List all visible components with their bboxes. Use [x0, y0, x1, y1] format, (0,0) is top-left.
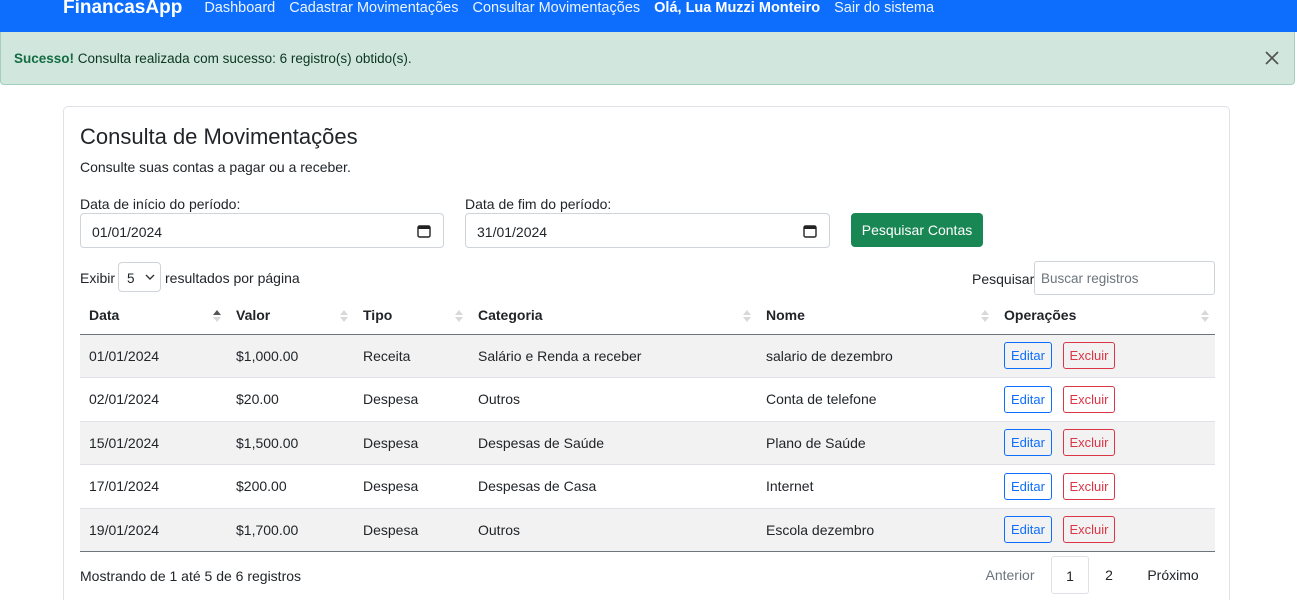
- sort-icon: [455, 310, 463, 322]
- table-row: 02/01/2024 $20.00 Despesa Outros Conta d…: [80, 377, 1215, 422]
- page-size-value: 5: [127, 271, 135, 286]
- end-date-label: Data de fim do período:: [465, 196, 612, 212]
- table-header-row: Data Valor Tipo Categoria Nome Operações: [80, 297, 1215, 335]
- edit-button[interactable]: Editar: [1004, 472, 1052, 500]
- cell-tipo: Despesa: [354, 508, 469, 552]
- edit-button[interactable]: Editar: [1004, 342, 1052, 370]
- cell-data: 01/01/2024: [80, 334, 227, 378]
- chevron-down-icon: [145, 274, 155, 280]
- navbar: FinancasApp Dashboard Cadastrar Moviment…: [0, 0, 1297, 32]
- nav-user-greeting: Olá, Lua Muzzi Monteiro: [654, 0, 821, 16]
- cell-operacoes: Editar Excluir: [995, 421, 1215, 465]
- cell-tipo: Receita: [354, 334, 469, 378]
- consulta-card: Consulta de Movimentações Consulte suas …: [63, 106, 1230, 600]
- page-title: Consulta de Movimentações: [80, 124, 358, 149]
- table-row: 01/01/2024 $1,000.00 Receita Salário e R…: [80, 334, 1215, 378]
- cell-operacoes: Editar Excluir: [995, 464, 1215, 509]
- delete-button[interactable]: Excluir: [1063, 429, 1115, 457]
- search-label: Pesquisar: [972, 271, 1035, 287]
- sort-asc-icon: [213, 310, 221, 322]
- end-date-input[interactable]: 31/01/2024: [465, 213, 830, 248]
- header-valor[interactable]: Valor: [227, 297, 354, 335]
- delete-button[interactable]: Excluir: [1063, 342, 1115, 370]
- movements-table: Data Valor Tipo Categoria Nome Operações…: [80, 297, 1215, 552]
- sort-icon: [743, 310, 751, 322]
- start-date-value: 01/01/2024: [92, 224, 163, 240]
- cell-nome: Escola dezembro: [757, 508, 995, 552]
- cell-valor: $1,700.00: [227, 508, 354, 552]
- alert-text: Consulta realizada com sucesso: 6 regist…: [74, 51, 412, 66]
- edit-button[interactable]: Editar: [1004, 385, 1052, 413]
- pagination-next[interactable]: Próximo: [1138, 556, 1208, 594]
- cell-data: 19/01/2024: [80, 508, 227, 552]
- start-date-input[interactable]: 01/01/2024: [80, 213, 444, 248]
- header-data[interactable]: Data: [80, 297, 227, 335]
- alert-message: Sucesso! Consulta realizada com sucesso:…: [14, 51, 412, 66]
- cell-nome: Conta de telefone: [757, 377, 995, 422]
- sort-icon: [1201, 310, 1209, 322]
- search-input[interactable]: [1035, 262, 1214, 294]
- page-subtitle: Consulte suas contas a pagar ou a recebe…: [80, 159, 351, 175]
- table-row: 19/01/2024 $1,700.00 Despesa Outros Esco…: [80, 508, 1215, 552]
- cell-data: 15/01/2024: [80, 421, 227, 465]
- cell-operacoes: Editar Excluir: [995, 377, 1215, 422]
- cell-categoria: Despesas de Saúde: [469, 421, 757, 465]
- cell-categoria: Despesas de Casa: [469, 464, 757, 509]
- search-box: [1034, 261, 1215, 295]
- cell-nome: Plano de Saúde: [757, 421, 995, 465]
- pagination-previous[interactable]: Anterior: [974, 556, 1046, 594]
- cell-valor: $20.00: [227, 377, 354, 422]
- pagination-info: Mostrando de 1 até 5 de 6 registros: [80, 568, 302, 584]
- nav-dashboard[interactable]: Dashboard: [204, 0, 275, 16]
- cell-categoria: Outros: [469, 508, 757, 552]
- edit-button[interactable]: Editar: [1004, 516, 1052, 544]
- cell-tipo: Despesa: [354, 464, 469, 509]
- close-icon[interactable]: [1263, 49, 1281, 67]
- table-row: 17/01/2024 $200.00 Despesa Despesas de C…: [80, 464, 1215, 509]
- header-nome[interactable]: Nome: [757, 297, 995, 335]
- cell-nome: Internet: [757, 464, 995, 509]
- cell-operacoes: Editar Excluir: [995, 508, 1215, 552]
- show-label: Exibir: [80, 270, 116, 286]
- calendar-icon[interactable]: [417, 224, 431, 238]
- search-accounts-button[interactable]: Pesquisar Contas: [851, 213, 983, 247]
- nav-logout[interactable]: Sair do sistema: [834, 0, 934, 16]
- cell-operacoes: Editar Excluir: [995, 334, 1215, 378]
- cell-tipo: Despesa: [354, 377, 469, 422]
- cell-data: 17/01/2024: [80, 464, 227, 509]
- success-alert: Sucesso! Consulta realizada com sucesso:…: [0, 32, 1295, 85]
- cell-valor: $200.00: [227, 464, 354, 509]
- cell-nome: salario de dezembro: [757, 334, 995, 378]
- alert-strong: Sucesso!: [14, 51, 75, 66]
- page-size-select[interactable]: 5: [118, 262, 161, 292]
- header-categoria[interactable]: Categoria: [469, 297, 757, 335]
- nav-cadastrar[interactable]: Cadastrar Movimentações: [289, 0, 458, 16]
- cell-data: 02/01/2024: [80, 377, 227, 422]
- cell-categoria: Salário e Renda a receber: [469, 334, 757, 378]
- brand-link[interactable]: FinancasApp: [63, 0, 182, 17]
- pagination-page-1[interactable]: 1: [1051, 556, 1089, 594]
- per-page-label: resultados por página: [165, 270, 300, 286]
- cell-valor: $1,500.00: [227, 421, 354, 465]
- table-row: 15/01/2024 $1,500.00 Despesa Despesas de…: [80, 421, 1215, 465]
- header-operacoes[interactable]: Operações: [995, 297, 1215, 335]
- start-date-label: Data de início do período:: [80, 196, 241, 212]
- header-tipo[interactable]: Tipo: [354, 297, 469, 335]
- delete-button[interactable]: Excluir: [1063, 472, 1115, 500]
- nav-consultar[interactable]: Consultar Movimentações: [473, 0, 641, 16]
- sort-icon: [981, 310, 989, 322]
- cell-categoria: Outros: [469, 377, 757, 422]
- delete-button[interactable]: Excluir: [1063, 516, 1115, 544]
- calendar-icon[interactable]: [803, 224, 817, 238]
- end-date-value: 31/01/2024: [477, 224, 548, 240]
- delete-button[interactable]: Excluir: [1063, 385, 1115, 413]
- cell-valor: $1,000.00: [227, 334, 354, 378]
- sort-icon: [340, 310, 348, 322]
- edit-button[interactable]: Editar: [1004, 429, 1052, 457]
- cell-tipo: Despesa: [354, 421, 469, 465]
- pagination-page-2[interactable]: 2: [1094, 556, 1124, 594]
